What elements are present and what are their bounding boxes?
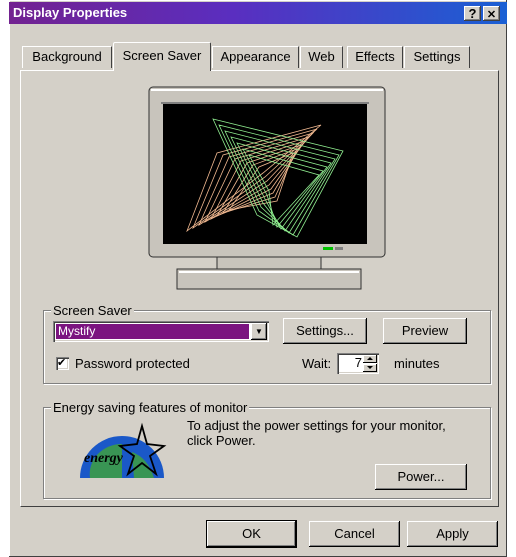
wait-label: Wait: [302, 356, 332, 371]
ok-button[interactable]: OK [206, 520, 297, 548]
tab-appearance[interactable]: Appearance [212, 46, 299, 68]
cancel-button[interactable]: Cancel [309, 521, 400, 547]
energy-group: Energy saving features of monitor energy… [43, 400, 491, 499]
power-button[interactable]: Power... [375, 464, 467, 490]
title-bar[interactable]: Display Properties ? ✕ [9, 2, 507, 24]
energy-description: To adjust the power settings for your mo… [187, 418, 446, 448]
wait-units: minutes [394, 356, 440, 371]
energy-group-label: Energy saving features of monitor [51, 400, 250, 415]
close-icon: ✕ [486, 9, 497, 21]
screen-saver-group-label: Screen Saver [51, 303, 134, 318]
tab-effects[interactable]: Effects [347, 46, 403, 68]
screen-saver-select[interactable]: Mystify ▼ [53, 321, 269, 342]
selected-highlight: Mystify [56, 324, 249, 339]
tab-screen-saver-label: Screen Saver [122, 48, 202, 63]
wait-value[interactable]: 7 [355, 355, 362, 370]
tab-screen-saver[interactable]: Screen Saver [113, 42, 211, 71]
screen-saver-panel: Screen Saver Mystify ▼ Settings... Previ… [20, 70, 499, 507]
display-properties-window: Display Properties ? ✕ Background Screen… [9, 0, 507, 557]
monitor-preview [147, 85, 391, 297]
tab-settings[interactable]: Settings [404, 46, 470, 68]
window-title: Display Properties [13, 5, 128, 20]
spin-down-icon[interactable] [363, 364, 377, 372]
chevron-down-icon: ▼ [255, 327, 263, 336]
energy-star-icon: energy [80, 422, 167, 478]
password-label: Password protected [75, 356, 190, 371]
preview-button[interactable]: Preview [383, 318, 467, 344]
apply-button[interactable]: Apply [407, 521, 498, 547]
tab-web[interactable]: Web [300, 46, 343, 68]
selected-screen-saver: Mystify [58, 324, 96, 338]
wait-spin-buttons [363, 355, 377, 372]
settings-button[interactable]: Settings... [283, 318, 367, 344]
close-button[interactable]: ✕ [483, 6, 500, 21]
help-icon: ? [468, 6, 477, 21]
tab-background[interactable]: Background [22, 46, 112, 68]
wait-spinner[interactable]: 7 [337, 353, 379, 374]
screen-saver-group: Screen Saver Mystify ▼ Settings... Previ… [43, 303, 491, 384]
dropdown-button[interactable]: ▼ [251, 323, 267, 340]
help-button[interactable]: ? [464, 6, 481, 21]
energy-logo-text: energy [84, 451, 124, 466]
spin-up-icon[interactable] [363, 355, 377, 363]
checkmark-icon: ✔ [57, 357, 67, 369]
monitor-illustration [148, 86, 386, 290]
password-checkbox[interactable]: ✔ [56, 357, 69, 370]
energy-star-logo: energy [76, 418, 168, 480]
